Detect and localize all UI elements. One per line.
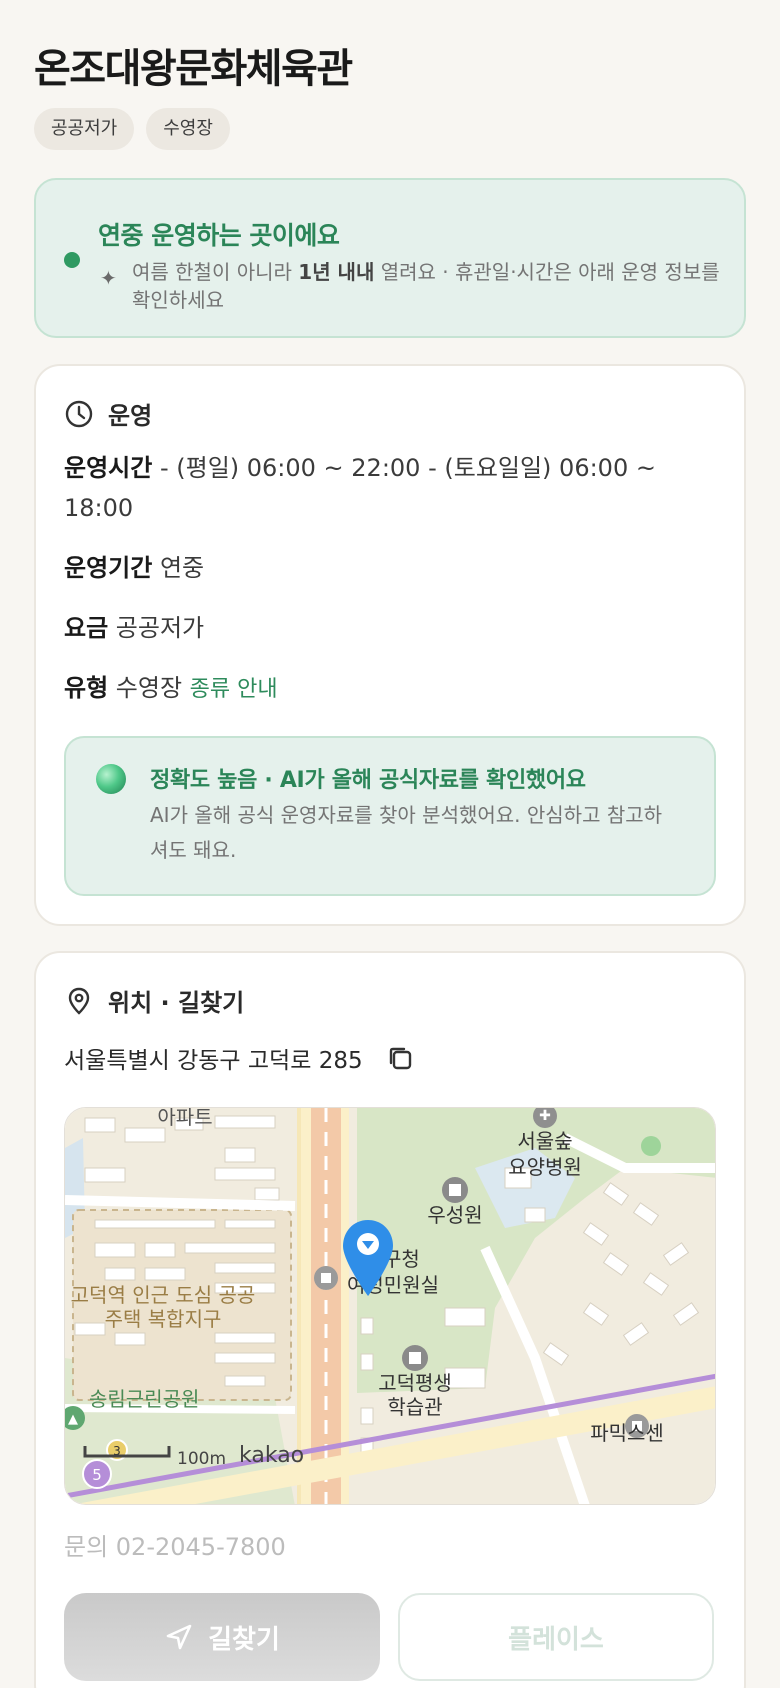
map-label-park: 송림근린공원	[89, 1387, 199, 1411]
map-label-library-2: 학습관	[387, 1395, 442, 1419]
map-label-store: 파믹스센	[590, 1421, 664, 1445]
hours-value: - (평일) 06:00 ~ 22:00 - (토요일일) 06:00 ~ 18…	[64, 454, 656, 522]
hours-row: 운영시간 - (평일) 06:00 ~ 22:00 - (토요일일) 06:00…	[64, 448, 704, 528]
hours-label: 운영시간	[64, 454, 153, 482]
map-label-woosung: 우성원	[427, 1203, 482, 1227]
page-title: 온조대왕문화체육관	[34, 46, 353, 92]
ai-accuracy-notice: 정확도 높음 · AI가 올해 공식자료를 확인했어요 AI가 올해 공식 운영…	[64, 736, 716, 896]
tag-type[interactable]: 수영장	[146, 108, 230, 150]
clock-icon	[65, 400, 93, 427]
season-desc-text: 여름 한철이 아니라	[132, 260, 299, 284]
copy-icon[interactable]	[385, 1043, 415, 1073]
location-pin-icon	[68, 987, 90, 1015]
map-label-hospital-2: 요양병원	[508, 1155, 582, 1179]
operation-heading: 운영	[108, 402, 153, 430]
location-card: 위치 · 길찾기 서울특별시 강동구 고덕로 285 ✚ ▲ 아파트 서울숲 요…	[34, 951, 746, 1688]
navigation-arrow-icon	[166, 1624, 192, 1650]
period-row: 운영기간 연중	[64, 548, 704, 588]
season-headline: 연중 운영하는 곳이에요	[98, 221, 340, 250]
route-badge-5: 5	[92, 1466, 102, 1484]
place-button[interactable]: 플레이스	[398, 1593, 714, 1681]
facility-detail-page: 온조대왕문화체육관 공공저가 수영장 연중 운영하는 곳이에요 ✦ 여름 한철이…	[0, 0, 780, 1688]
location-map[interactable]: ✚ ▲ 아파트 서울숲 요양병원 우성원 강동구청 여성민원실 고덕역 인근 도…	[64, 1107, 716, 1505]
sparkle-icon: ✦	[100, 266, 117, 290]
type-row: 유형 수영장 종류 안내	[64, 668, 704, 710]
period-value: 연중	[152, 554, 205, 582]
address-text: 서울특별시 강동구 고덕로 285	[64, 1048, 363, 1074]
map-label-district-1: 고덕역 인근 도심 공공	[71, 1283, 256, 1307]
directions-button[interactable]: 길찾기	[64, 1593, 380, 1681]
tag-list: 공공저가 수영장	[34, 108, 230, 150]
map-label-hospital-1: 서울숲	[517, 1129, 572, 1153]
status-dot-icon	[64, 252, 80, 268]
map-canvas[interactable]: ✚ ▲ 아파트 서울숲 요양병원 우성원 강동구청 여성민원실 고덕역 인근 도…	[65, 1108, 716, 1505]
operation-header: 운영	[64, 396, 152, 431]
fee-value: 공공저가	[108, 614, 205, 642]
ai-description: AI가 올해 공식 운영자료를 찾아 분석했어요. 안심하고 참고하셔도 돼요.	[150, 803, 663, 862]
directions-label: 길찾기	[208, 1624, 280, 1655]
season-description: 여름 한철이 아니라 1년 내내 열려요 · 휴관일·시간은 아래 운영 정보를…	[132, 258, 722, 314]
season-desc-emphasis: 1년 내내	[298, 260, 375, 284]
fee-label: 요금	[64, 614, 109, 642]
ai-headline: 정확도 높음 · AI가 올해 공식자료를 확인했어요	[150, 768, 586, 793]
svg-text:✚: ✚	[539, 1108, 551, 1124]
operation-card: 운영 운영시간 - (평일) 06:00 ~ 22:00 - (토요일일) 06…	[34, 364, 746, 926]
ai-orb-icon	[96, 764, 126, 794]
address-row: 서울특별시 강동구 고덕로 285	[64, 1041, 415, 1075]
map-scale-label: 100m	[177, 1449, 226, 1469]
map-label-district-2: 주택 복합지구	[105, 1307, 222, 1331]
period-label: 운영기간	[64, 554, 153, 582]
type-guide-link[interactable]: 종류 안내	[190, 677, 278, 702]
location-heading: 위치 · 길찾기	[108, 989, 245, 1017]
map-brand-logo: kakao	[239, 1443, 304, 1468]
svg-text:▲: ▲	[68, 1412, 78, 1427]
place-label: 플레이스	[508, 1624, 604, 1655]
location-header: 위치 · 길찾기	[64, 983, 244, 1018]
season-notice: 연중 운영하는 곳이에요 ✦ 여름 한철이 아니라 1년 내내 열려요 · 휴관…	[34, 178, 746, 338]
map-label-apartment: 아파트	[157, 1108, 212, 1129]
type-value: 수영장	[108, 674, 190, 702]
phone-contact[interactable]: 문의 02-2045-7800	[64, 1527, 286, 1562]
tag-fee[interactable]: 공공저가	[34, 108, 135, 150]
fee-row: 요금 공공저가	[64, 608, 704, 648]
type-label: 유형	[64, 674, 109, 702]
map-label-library-1: 고덕평생	[378, 1371, 452, 1395]
